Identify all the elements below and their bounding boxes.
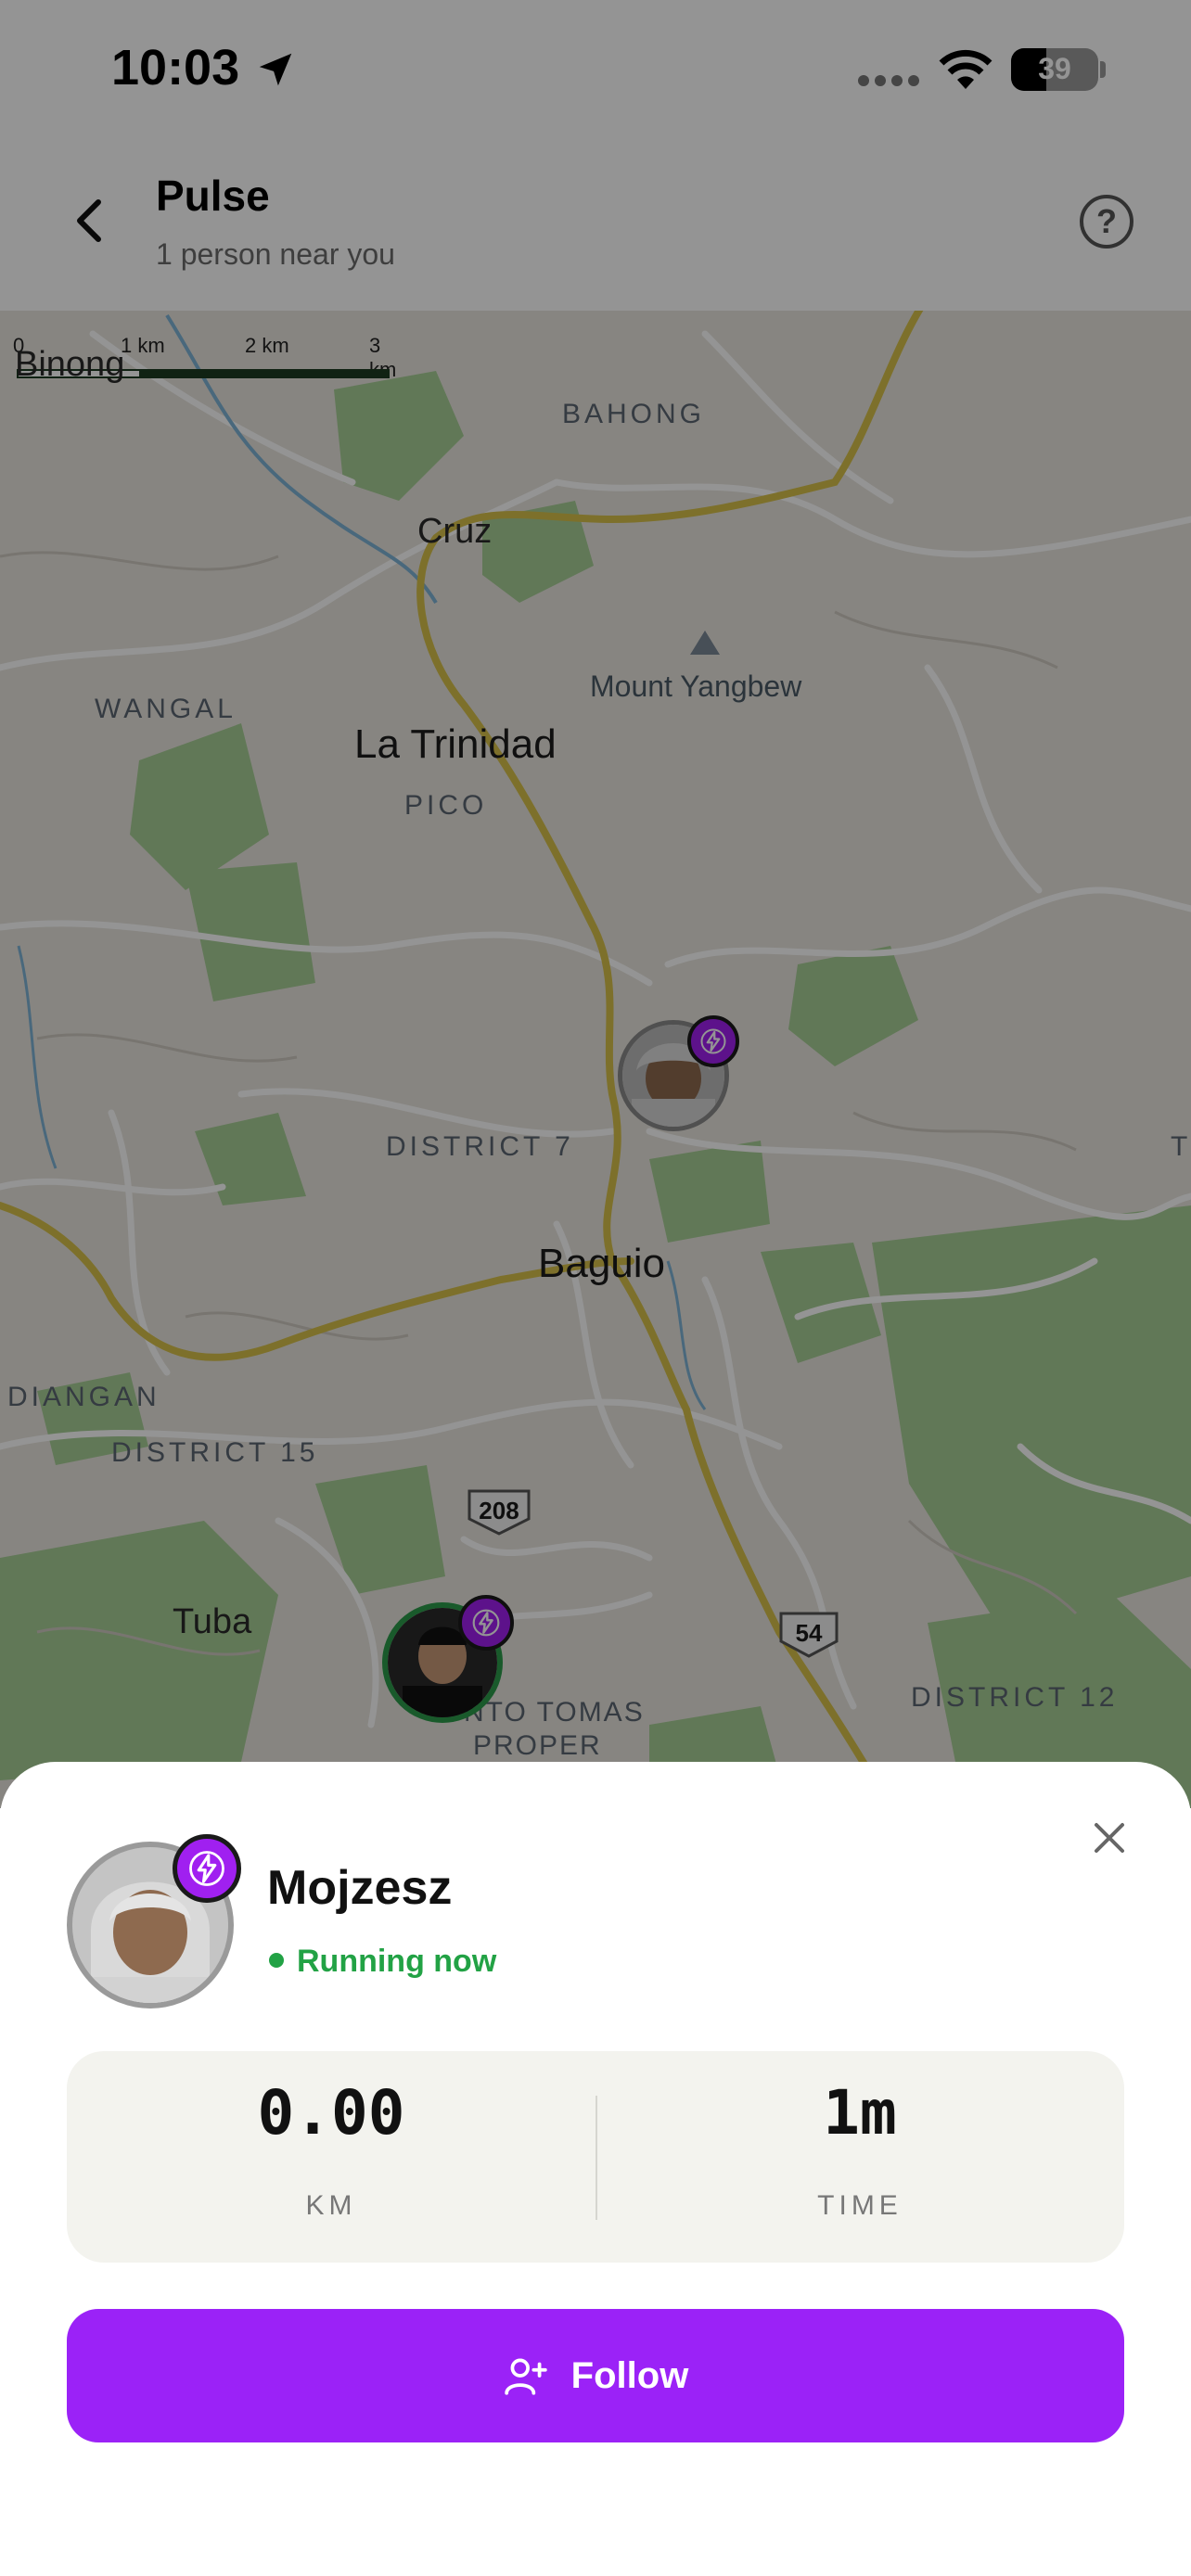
lightning-icon bbox=[687, 1015, 739, 1067]
map-label-la-trinidad: La Trinidad bbox=[354, 721, 557, 767]
battery-nub bbox=[1100, 61, 1106, 78]
follow-button-label: Follow bbox=[570, 2354, 689, 2396]
map-label-diangan: DIANGAN bbox=[7, 1382, 160, 1412]
map-label-district-12: DISTRICT 12 bbox=[911, 1682, 1119, 1713]
map-label-mount-yangbew: Mount Yangbew bbox=[590, 670, 802, 703]
map-label-district-15: DISTRICT 15 bbox=[111, 1437, 319, 1468]
route-shield-208-label: 208 bbox=[479, 1497, 519, 1524]
runner-pin-mojzesz[interactable] bbox=[618, 1015, 739, 1131]
page-title: Pulse bbox=[156, 172, 270, 220]
scale-tick-2km: 2 km bbox=[245, 334, 289, 357]
battery-level: 39 bbox=[1038, 52, 1071, 85]
scale-tick-1km: 1 km bbox=[121, 334, 165, 357]
question-icon: ? bbox=[1096, 202, 1117, 240]
battery-icon: 39 bbox=[1011, 48, 1098, 91]
follow-button[interactable]: Follow bbox=[67, 2309, 1124, 2442]
close-button[interactable] bbox=[1087, 1816, 1132, 1860]
status-time: 10:03 bbox=[111, 40, 240, 96]
map-label-proper: PROPER bbox=[473, 1730, 602, 1761]
page-subtitle: 1 person near you bbox=[156, 237, 395, 271]
chevron-left-icon bbox=[77, 199, 101, 242]
close-icon bbox=[1095, 1823, 1124, 1853]
map-label-wangal: WANGAL bbox=[95, 694, 237, 724]
lightning-icon bbox=[458, 1595, 514, 1651]
map-label-bahong: BAHONG bbox=[562, 399, 706, 429]
route-shield-54-label: 54 bbox=[795, 1619, 823, 1647]
stat-time-value: 1m bbox=[823, 2077, 897, 2149]
map-label-baguio: Baguio bbox=[538, 1241, 666, 1286]
running-status: Running now bbox=[297, 1944, 497, 1979]
signal-icon bbox=[858, 75, 919, 86]
stat-distance: 0.00 KM bbox=[67, 2051, 596, 2263]
stat-time-label: TIME bbox=[817, 2190, 903, 2221]
route-shield-54: 54 bbox=[775, 1610, 842, 1658]
lightning-icon bbox=[173, 1834, 241, 1903]
map-label-cruz: Cruz bbox=[417, 512, 493, 551]
stat-distance-label: KM bbox=[305, 2190, 357, 2221]
map-label-district-7: DISTRICT 7 bbox=[386, 1131, 574, 1162]
run-stats-card: 0.00 KM 1m TIME bbox=[67, 2051, 1124, 2263]
add-user-icon bbox=[504, 2358, 547, 2395]
map-label-santo-tomas: NTO TOMAS bbox=[464, 1697, 645, 1728]
user-name: Mojzesz bbox=[267, 1861, 453, 1915]
runner-detail-sheet: Mojzesz Running now 0.00 KM 1m TIME Foll… bbox=[0, 1762, 1191, 2576]
route-shield-208: 208 bbox=[466, 1487, 532, 1536]
stat-distance-value: 0.00 bbox=[257, 2077, 405, 2149]
map-label-tuba: Tuba bbox=[173, 1602, 252, 1641]
location-arrow-icon bbox=[259, 53, 292, 86]
map-label-pico: PICO bbox=[404, 790, 488, 821]
status-dot bbox=[269, 1953, 284, 1968]
top-bar: 10:03 39 Pulse 1 person near you ? bbox=[0, 0, 1191, 311]
map-label-binong: Binong bbox=[15, 345, 125, 384]
wifi-icon bbox=[939, 49, 992, 89]
runner-pin-other[interactable] bbox=[382, 1595, 514, 1723]
scale-segment-2 bbox=[141, 369, 265, 378]
stat-time: 1m TIME bbox=[596, 2051, 1124, 2263]
back-button[interactable] bbox=[67, 193, 115, 249]
map-label-edge-t: T bbox=[1171, 1131, 1191, 1162]
help-button[interactable]: ? bbox=[1080, 195, 1133, 249]
scale-segment-3 bbox=[265, 369, 390, 378]
